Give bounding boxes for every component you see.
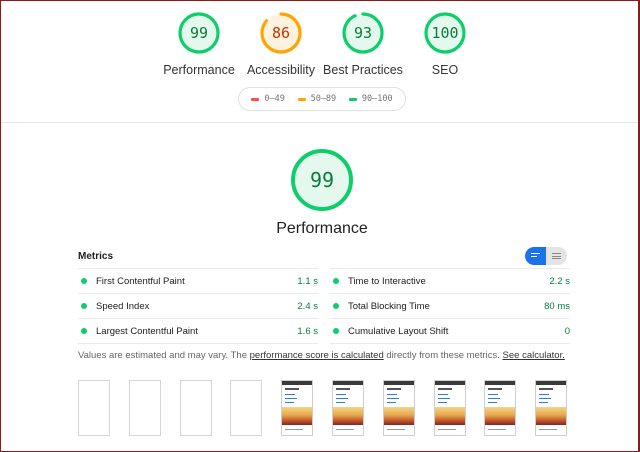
compact-view-icon [531,253,540,259]
metric-value: 1.1 s [297,275,318,287]
metrics-view-toggle[interactable] [525,247,567,265]
metric-row-divider [78,343,318,344]
pass-dot-icon [333,328,339,334]
metrics-left-column: First Contentful Paint 1.1 s Speed Index 2… [78,268,318,344]
pass-dot-icon [333,278,339,284]
filmstrip-frame [230,380,262,436]
gauge-score: 100 [431,24,459,42]
performance-gauge: 99 [290,148,354,212]
gauge-score: 99 [189,24,209,42]
metric-name: Speed Index [96,300,150,312]
filmstrip-frame [383,380,415,436]
gauge-score: 86 [271,24,291,42]
metric-name: First Contentful Paint [96,275,185,287]
filmstrip-frame [129,380,161,436]
pass-dot-icon [81,328,87,334]
metric-row-divider [330,343,570,344]
filmstrip-frame [484,380,516,436]
legend-average-swatch [297,97,306,101]
gauge-performance[interactable]: 99 [177,11,221,55]
filmstrip-frame [180,380,212,436]
metric-name: Largest Contentful Paint [96,325,198,337]
metric-value: 2.4 s [297,300,318,312]
gauge-best-practices[interactable]: 93 [341,11,385,55]
filmstrip-frame [535,380,567,436]
expanded-view-icon[interactable] [552,253,561,259]
filmstrip-frame [281,380,313,436]
legend-item-average: 50–89 [297,94,337,104]
see-calculator-link[interactable]: See calculator. [503,350,565,361]
metric-name: Time to Interactive [348,275,426,287]
metric-name: Cumulative Layout Shift [348,325,449,337]
metric-row: Speed Index 2.4 s [78,293,318,318]
performance-title: Performance [276,220,368,237]
gauge-label: SEO [431,63,459,77]
pass-dot-icon [81,278,87,284]
metric-value: 80 ms [544,300,570,312]
filmstrip-frame [434,380,466,436]
pass-dot-icon [81,303,87,309]
note-middle: directly from these metrics. [383,350,503,361]
filmstrip-frame [78,380,110,436]
filmstrip-frame [332,380,364,436]
gauge-seo[interactable]: 100 [423,11,467,55]
pass-dot-icon [333,303,339,309]
legend-average-range: 50–89 [310,94,337,104]
metrics-right-column: Time to Interactive 2.2 s Total Blocking … [330,268,570,344]
metric-row: Largest Contentful Paint 1.6 s [78,318,318,343]
gauge-accessibility[interactable]: 86 [259,11,303,55]
metric-row: First Contentful Paint 1.1 s [78,268,318,293]
legend-fail-range: 0–49 [264,94,285,104]
metric-row: Time to Interactive 2.2 s [330,268,570,293]
metric-row: Total Blocking Time 80 ms [330,293,570,318]
legend-pass-swatch [348,97,357,101]
metrics-header: Metrics [78,251,114,262]
score-calculated-link[interactable]: performance score is calculated [250,350,384,361]
gauge-score: 93 [353,24,373,42]
section-divider [1,122,638,123]
note-prefix: Values are estimated and may vary. The [78,350,250,361]
metric-value: 1.6 s [297,325,318,337]
legend-fail-swatch [251,97,260,101]
metric-value: 2.2 s [549,275,570,287]
metrics-note: Values are estimated and may vary. The p… [78,350,565,361]
legend-item-fail: 0–49 [251,94,285,104]
metric-name: Total Blocking Time [348,300,430,312]
performance-score: 99 [309,168,335,192]
metric-value: 0 [564,325,570,337]
metric-row: Cumulative Layout Shift 0 [330,318,570,343]
legend-item-pass: 90–100 [348,94,393,104]
legend-pass-range: 90–100 [361,94,393,104]
score-legend: 0–49 50–89 90–100 [238,87,406,111]
